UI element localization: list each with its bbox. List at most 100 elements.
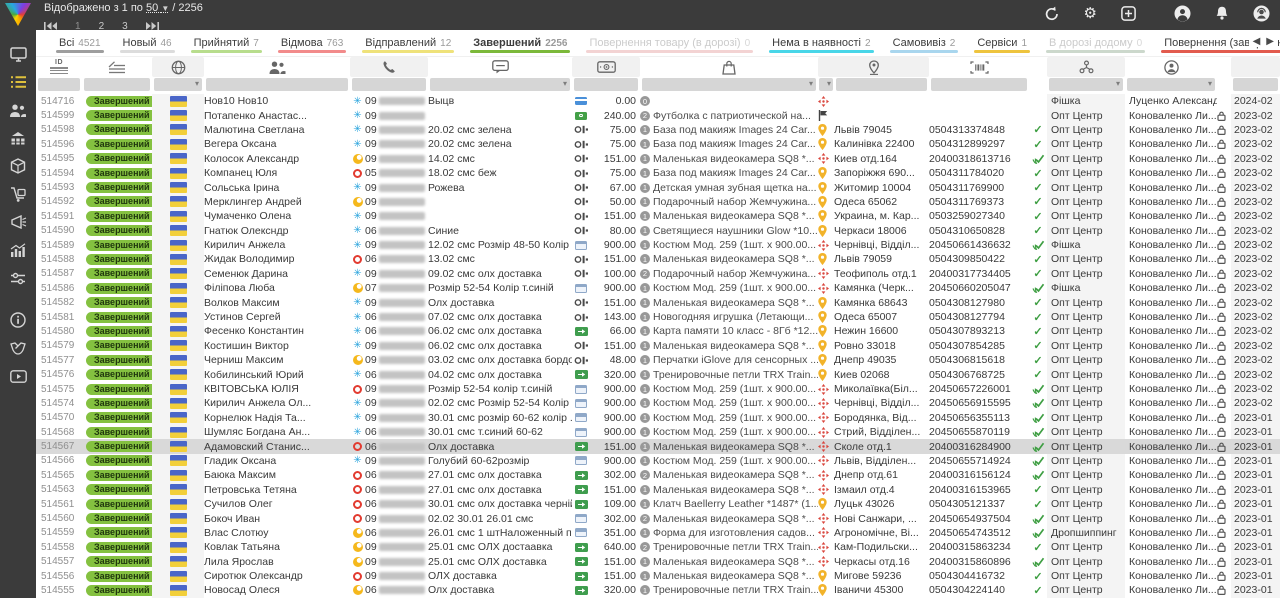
orders-list-icon[interactable] [0, 68, 36, 96]
add-order-icon[interactable] [1121, 6, 1136, 21]
filter-center[interactable]: ▾ [1049, 78, 1123, 91]
column-id-icon[interactable]: ID [36, 57, 82, 77]
tab-6[interactable]: Повернення товару (в дорозі)0 [578, 30, 761, 56]
filter-city[interactable] [836, 78, 927, 91]
refresh-icon[interactable] [1044, 6, 1060, 22]
column-phone-icon[interactable] [350, 57, 428, 77]
last-page-icon[interactable] [146, 17, 159, 35]
table-row[interactable]: 514598ЗавершенийМалютина Светлана✳0920.0… [36, 123, 1280, 137]
page-1[interactable]: 1 [75, 21, 81, 32]
table-row[interactable]: 514590ЗавершенийГнатюк Олексндр✳06Синие8… [36, 224, 1280, 238]
table-row[interactable]: 514558ЗавершенийКовлак Татьяна0925.01 см… [36, 540, 1280, 554]
first-page-icon[interactable] [44, 17, 57, 35]
settings-sliders-icon[interactable] [0, 264, 36, 292]
table-row[interactable]: 514582ЗавершенийВолков Максим✳09Олх дост… [36, 295, 1280, 309]
sales-center: Опт Центр [1047, 454, 1125, 468]
table-row[interactable]: 514592ЗавершенийМерклингер Андрей0950.00… [36, 195, 1280, 209]
table-row[interactable]: 514576ЗавершенийКобилинський Юрий✳0604.0… [36, 367, 1280, 381]
table-row[interactable]: 514593ЗавершенийСольська Ірина✳09Рожева6… [36, 180, 1280, 194]
filter-date[interactable] [1233, 78, 1278, 91]
table-row[interactable]: 514561ЗавершенийСучилов Олег0630.01 смс … [36, 497, 1280, 511]
table-row[interactable]: 514555ЗавершенийНовосад Олеся06Олх доста… [36, 583, 1280, 597]
table-row[interactable]: 514599ЗавершенийПотапенко Анастас...✳092… [36, 108, 1280, 122]
tab-4[interactable]: Відправлений12 [354, 30, 462, 56]
filter-client[interactable] [206, 78, 348, 91]
gear-icon[interactable]: ⚙ [1084, 6, 1097, 21]
info-icon[interactable] [0, 306, 36, 334]
table-row[interactable]: 514577ЗавершенийЧерниш Максим0903.02 смс… [36, 353, 1280, 367]
table-row[interactable]: 514575ЗавершенийКВІТОВСЬКА ЮЛІЯ09Розмір … [36, 382, 1280, 396]
structure-icon[interactable] [0, 124, 36, 152]
tab-scroll-left-icon[interactable]: ◀ [1253, 36, 1261, 47]
tab-9[interactable]: Сервіси1 [966, 30, 1038, 56]
column-ttn-icon[interactable] [929, 57, 1029, 77]
purchases-icon[interactable] [0, 180, 36, 208]
filter-comment[interactable]: ▾ [430, 78, 570, 91]
filter-delivery-type[interactable]: ▾ [819, 78, 833, 91]
table-row[interactable]: 514588ЗавершенийЖидак Володимир0613.02 с… [36, 252, 1280, 266]
tab-8[interactable]: Самовивіз2 [882, 30, 967, 56]
marketing-icon[interactable] [0, 208, 36, 236]
column-delivery-address-icon[interactable] [818, 57, 929, 77]
partners-icon[interactable] [0, 334, 36, 362]
filter-ttn[interactable] [931, 78, 1027, 91]
table-row[interactable]: 514560ЗавершенийБокоч Иван0902.02 30.01 … [36, 511, 1280, 525]
tab-2[interactable]: Прийнятий7 [183, 30, 270, 56]
support-icon[interactable] [1253, 5, 1270, 22]
page-3[interactable]: 3 [122, 21, 128, 32]
filter-phone[interactable] [352, 78, 426, 91]
per-page-dropdown[interactable]: 50 ▼ [146, 2, 169, 14]
table-row[interactable]: 514594ЗавершенийКомпанец Юля0518.02 смс … [36, 166, 1280, 180]
tab-10[interactable]: В дорозі додому0 [1038, 30, 1153, 56]
tab-5[interactable]: Завершений2256 [462, 30, 578, 56]
column-country-icon[interactable] [152, 57, 204, 77]
table-row[interactable]: 514557ЗавершенийЛила Ярослав0925.01 смс … [36, 555, 1280, 569]
statistics-icon[interactable] [0, 236, 36, 264]
app-logo-icon[interactable] [5, 3, 31, 26]
column-payment-icon[interactable] [572, 57, 640, 77]
column-comment-icon[interactable] [428, 57, 572, 77]
table-row[interactable]: 514559ЗавершенийВлас Слотюу0626.01 смс 1… [36, 526, 1280, 540]
table-row[interactable]: 514568ЗавершенийШумляс Богдана Ан...✳063… [36, 425, 1280, 439]
table-row[interactable]: 514581ЗавершенийУстинов Сергей✳0607.02 с… [36, 310, 1280, 324]
video-tutorials-icon[interactable] [0, 362, 36, 390]
table-row[interactable]: 514574ЗавершенийКирилич Анжела Ол...✳090… [36, 396, 1280, 410]
column-date-header[interactable] [1231, 57, 1280, 77]
table-row[interactable]: 514589ЗавершенийКирилич Анжела✳0912.02 с… [36, 238, 1280, 252]
filter-product[interactable]: ▾ [642, 78, 816, 91]
table-row[interactable]: 514567ЗавершенийАдамовский Станис...06Ол… [36, 439, 1280, 453]
table-row[interactable]: 514580ЗавершенийФесенко Константин✳0606.… [36, 324, 1280, 338]
table-row[interactable]: 514595ЗавершенийКолосок Александр0914.02… [36, 152, 1280, 166]
column-center-icon[interactable] [1047, 57, 1125, 77]
dashboard-icon[interactable] [0, 40, 36, 68]
filter-manager[interactable]: ▾ [1127, 78, 1215, 91]
table-row[interactable]: 514565ЗавершенийБаюка Максим0627.01 смс … [36, 468, 1280, 482]
tab-scroll-right-icon[interactable]: ▶ [1266, 36, 1274, 47]
table-row[interactable]: 514591ЗавершенийЧумаченко Олена✳09151.00… [36, 209, 1280, 223]
table-row[interactable]: 514579ЗавершенийКостишин Виктор✳0906.02 … [36, 339, 1280, 353]
table-row[interactable]: 514570ЗавершенийКорнелюк Надія Та...✳093… [36, 411, 1280, 425]
table-row[interactable]: 514587ЗавершенийСеменюк Дарина✳0909.02 с… [36, 267, 1280, 281]
table-row[interactable]: 514586ЗавершенийФіліпова Люба07Розмір 52… [36, 281, 1280, 295]
ukraine-flag-icon [170, 412, 187, 423]
account-icon[interactable] [1174, 5, 1191, 22]
filter-id[interactable] [38, 78, 80, 91]
filter-payment[interactable] [574, 78, 638, 91]
column-products-icon[interactable] [640, 57, 818, 77]
tab-7[interactable]: Нема в наявності2 [761, 30, 881, 56]
column-status-icon[interactable] [82, 57, 152, 77]
clients-icon[interactable] [0, 96, 36, 124]
page-2[interactable]: 2 [99, 21, 105, 32]
table-row[interactable]: 514563ЗавершенийПетровська Тетяна0627.01… [36, 483, 1280, 497]
tab-3[interactable]: Відмова763 [270, 30, 354, 56]
table-row[interactable]: 514556ЗавершенийСиротюк Олександр09ОЛХ д… [36, 569, 1280, 583]
table-row[interactable]: 514566ЗавершенийГладик Оксана✳09Голубий … [36, 454, 1280, 468]
table-row[interactable]: 514716ЗавершенийНов10 Нов10✳09Выцв0.000Ф… [36, 94, 1280, 108]
notifications-icon[interactable] [1215, 6, 1229, 21]
products-icon[interactable] [0, 152, 36, 180]
column-manager-icon[interactable] [1125, 57, 1217, 77]
filter-country[interactable]: ▾ [154, 78, 202, 91]
filter-status[interactable] [84, 78, 150, 91]
column-client-icon[interactable] [204, 57, 350, 77]
table-row[interactable]: 514596ЗавершенийВегера Оксана✳0920.02 см… [36, 137, 1280, 151]
